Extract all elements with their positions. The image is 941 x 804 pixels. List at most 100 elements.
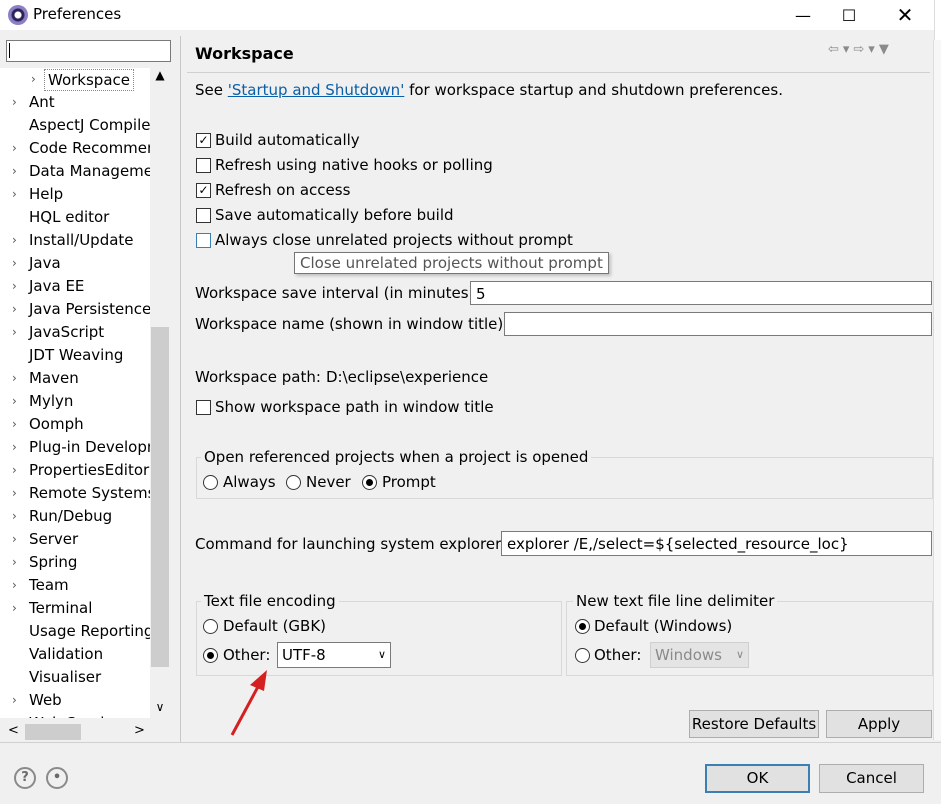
checkbox[interactable] xyxy=(196,158,211,173)
delimiter-other-radio[interactable] xyxy=(575,648,590,663)
delimiter-select: Windows ∨ xyxy=(650,642,749,668)
tree-item-label: Maven xyxy=(29,369,79,387)
workspace-name-field[interactable] xyxy=(504,312,932,336)
chevron-right-icon[interactable]: › xyxy=(12,137,22,160)
explorer-command-field[interactable]: explorer /E,/select=${selected_resource_… xyxy=(501,531,932,556)
scroll-down-arrow-icon[interactable]: ∨ xyxy=(150,700,170,720)
chevron-right-icon[interactable]: › xyxy=(12,505,22,528)
tree-item-label: Spring xyxy=(29,553,78,571)
scroll-right-arrow-icon[interactable]: > xyxy=(134,723,145,738)
checkbox-label: Always close unrelated projects without … xyxy=(215,231,573,249)
tree-item-label: Code Recommen xyxy=(29,139,150,157)
encoding-select[interactable]: UTF-8 ∨ xyxy=(277,642,391,668)
tree-item-label: Web Services xyxy=(29,712,130,718)
checkbox[interactable]: ✓ xyxy=(196,183,211,198)
encoding-other-radio[interactable] xyxy=(203,648,218,663)
pane-splitter[interactable] xyxy=(180,36,181,742)
workspace-path-value: D:\eclipse\experience xyxy=(326,368,489,386)
chevron-right-icon[interactable]: › xyxy=(12,413,22,436)
cancel-button[interactable]: Cancel xyxy=(819,764,924,793)
save-interval-field[interactable]: 5 xyxy=(470,281,932,305)
scroll-up-arrow-icon[interactable]: ▲ xyxy=(150,68,170,88)
tree-item-label: Team xyxy=(29,576,69,594)
chevron-right-icon[interactable]: › xyxy=(12,229,22,252)
line-delimiter-group-title: New text file line delimiter xyxy=(573,592,778,610)
chevron-right-icon[interactable]: › xyxy=(12,183,22,206)
chevron-right-icon[interactable]: › xyxy=(31,68,41,91)
filter-input[interactable] xyxy=(6,40,171,62)
save-interval-label: Workspace save interval (in minutes): xyxy=(195,284,480,302)
preference-tree[interactable]: › Workspace › Ant AspectJ Compile › Code Recom… xyxy=(0,68,150,718)
tree-item-label: Plug-in Developr xyxy=(29,438,150,456)
chevron-right-icon[interactable]: › xyxy=(12,275,22,298)
tree-item-label: Terminal xyxy=(29,599,93,617)
checkbox-label: Refresh using native hooks or polling xyxy=(215,156,493,174)
encoding-default-radio[interactable] xyxy=(203,619,218,634)
tree-item-label: Java xyxy=(29,254,61,272)
header-separator xyxy=(187,72,930,73)
delimiter-other-label: Other: xyxy=(594,646,642,664)
chevron-right-icon[interactable]: › xyxy=(12,482,22,505)
tooltip: Close unrelated projects without prompt xyxy=(294,252,609,274)
window-title: Preferences xyxy=(33,5,122,23)
text-encoding-group-title: Text file encoding xyxy=(201,592,339,610)
tree-scroll-thumb[interactable] xyxy=(151,327,169,667)
close-button[interactable]: ✕ xyxy=(882,0,928,30)
chevron-right-icon[interactable]: › xyxy=(12,689,22,712)
tree-item-label: AspectJ Compile xyxy=(29,116,150,134)
tree-item-label: Oomph xyxy=(29,415,84,433)
chevron-right-icon[interactable]: › xyxy=(12,91,22,114)
text-caret xyxy=(9,43,10,58)
ok-button[interactable]: OK xyxy=(705,764,810,793)
open-ref-radio-always[interactable] xyxy=(203,475,218,490)
chevron-right-icon[interactable]: › xyxy=(12,551,22,574)
chevron-right-icon[interactable]: › xyxy=(12,459,22,482)
import-export-icon[interactable]: • xyxy=(46,767,68,789)
tree-item-label: Validation xyxy=(29,645,104,663)
chevron-right-icon[interactable]: › xyxy=(12,390,22,413)
apply-button[interactable]: Apply xyxy=(826,710,932,738)
history-nav-icons[interactable]: ⇦▾⇨▾▼ xyxy=(828,42,893,57)
delimiter-default-radio[interactable] xyxy=(575,619,590,634)
startup-shutdown-link[interactable]: 'Startup and Shutdown' xyxy=(228,81,405,99)
tree-item-label: Help xyxy=(29,185,64,203)
restore-defaults-button[interactable]: Restore Defaults xyxy=(689,710,819,738)
checkbox[interactable] xyxy=(196,208,211,223)
explorer-command-value: explorer /E,/select=${selected_resource_… xyxy=(507,535,849,553)
chevron-right-icon[interactable]: › xyxy=(12,712,22,718)
open-ref-radio-never[interactable] xyxy=(286,475,301,490)
maximize-button[interactable]: ☐ xyxy=(826,0,872,30)
line-delimiter-group xyxy=(566,601,933,676)
scroll-left-arrow-icon[interactable]: < xyxy=(8,723,19,738)
tree-item-label: Web xyxy=(29,691,62,709)
tree-item-label: Remote Systems xyxy=(29,484,150,502)
open-ref-radio-prompt[interactable] xyxy=(362,475,377,490)
chevron-right-icon[interactable]: › xyxy=(12,298,22,321)
encoding-select-value: UTF-8 xyxy=(282,646,326,664)
tree-item-label: Workspace xyxy=(44,69,134,91)
chevron-right-icon[interactable]: › xyxy=(12,528,22,551)
checkbox[interactable] xyxy=(196,233,211,248)
help-icon[interactable]: ? xyxy=(14,767,36,789)
minimize-button[interactable]: — xyxy=(780,0,826,30)
tree-item-label: HQL editor xyxy=(29,208,110,226)
page-title: Workspace xyxy=(195,44,294,63)
tree-hscroll-thumb[interactable] xyxy=(25,724,81,740)
chevron-right-icon[interactable]: › xyxy=(12,321,22,344)
chevron-right-icon[interactable]: › xyxy=(12,574,22,597)
chevron-right-icon[interactable]: › xyxy=(12,160,22,183)
checkbox[interactable]: ✓ xyxy=(196,133,211,148)
chevron-right-icon[interactable]: › xyxy=(12,597,22,620)
chevron-right-icon[interactable]: › xyxy=(12,436,22,459)
workspace-path-label: Workspace path: xyxy=(195,368,321,386)
tree-item-label: Mylyn xyxy=(29,392,74,410)
tree-item-label: Java EE xyxy=(29,277,85,295)
chevron-right-icon[interactable]: › xyxy=(12,367,22,390)
intro-suffix: for workspace startup and shutdown prefe… xyxy=(404,81,783,99)
checkbox-label: Build automatically xyxy=(215,131,360,149)
workspace-name-label: Workspace name (shown in window title): xyxy=(195,315,509,333)
show-path-checkbox[interactable] xyxy=(196,400,211,415)
encoding-default-label: Default (GBK) xyxy=(223,617,327,635)
show-path-label: Show workspace path in window title xyxy=(215,398,494,416)
chevron-right-icon[interactable]: › xyxy=(12,252,22,275)
